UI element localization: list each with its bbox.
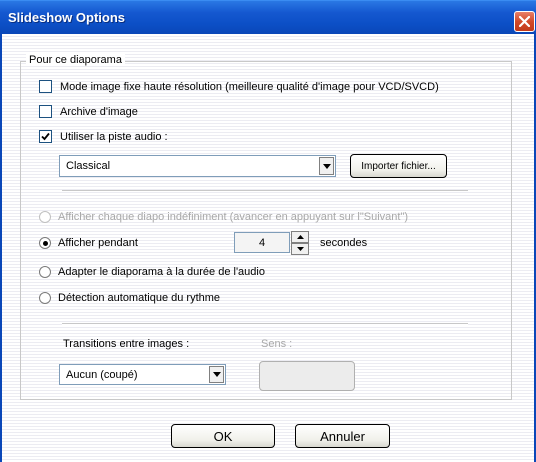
direction-button — [259, 361, 355, 391]
chevron-down-icon[interactable] — [319, 157, 334, 175]
duration-label: Afficher pendant — [58, 237, 138, 249]
import-file-button[interactable]: Importer fichier... — [350, 154, 447, 178]
close-icon — [519, 16, 530, 27]
cancel-button[interactable]: Annuler — [295, 424, 390, 448]
archive-checkbox[interactable] — [39, 105, 52, 118]
direction-label: Sens : — [261, 338, 293, 350]
duration-spinner[interactable] — [291, 231, 309, 255]
archive-option[interactable]: Archive d'image — [39, 105, 138, 118]
archive-label: Archive d'image — [60, 105, 138, 118]
hires-checkbox[interactable] — [39, 80, 52, 93]
close-button[interactable] — [514, 11, 535, 32]
dialog-window: Slideshow Options Pour ce diaporama Mode… — [0, 0, 536, 462]
transitions-value: Aucun (coupé) — [66, 368, 138, 381]
beat-label: Détection automatique du rythme — [58, 292, 221, 304]
hires-label: Mode image fixe haute résolution (meille… — [60, 80, 439, 93]
audio-label: Utiliser la piste audio : — [60, 130, 168, 143]
groupbox-label: Pour ce diaporama — [26, 54, 125, 66]
window-title: Slideshow Options — [8, 10, 126, 25]
duration-value: 4 — [258, 236, 266, 249]
separator — [62, 190, 468, 192]
audio-track-value: Classical — [66, 160, 111, 172]
audio-checkbox[interactable] — [39, 130, 52, 143]
cancel-label: Annuler — [320, 428, 365, 444]
transitions-select[interactable]: Aucun (coupé) — [59, 364, 226, 385]
import-file-label: Importer fichier... — [361, 160, 436, 172]
ok-label: OK — [213, 428, 233, 444]
fit-audio-label: Adapter le diaporama à la durée de l'aud… — [58, 266, 265, 278]
fit-audio-option[interactable]: Adapter le diaporama à la durée de l'aud… — [39, 266, 265, 278]
title-bar[interactable]: Slideshow Options — [0, 0, 536, 34]
hires-option[interactable]: Mode image fixe haute résolution (meille… — [39, 80, 439, 93]
ok-button[interactable]: OK — [171, 424, 275, 448]
spin-down-icon[interactable] — [291, 243, 309, 255]
audio-option[interactable]: Utiliser la piste audio : — [39, 130, 168, 143]
separator — [62, 323, 468, 325]
transitions-label: Transitions entre images : — [63, 338, 190, 350]
checkmark-icon — [41, 132, 50, 141]
indefinite-label: Afficher chaque diapo indéfiniment (avan… — [58, 211, 409, 223]
duration-option[interactable]: Afficher pendant — [39, 237, 138, 249]
beat-option[interactable]: Détection automatique du rythme — [39, 292, 220, 304]
duration-input[interactable]: 4 — [234, 232, 290, 253]
audio-track-select[interactable]: Classical — [59, 155, 336, 177]
indefinite-radio — [39, 211, 51, 223]
beat-radio[interactable] — [39, 292, 51, 304]
fit-audio-radio[interactable] — [39, 266, 51, 278]
chevron-down-icon[interactable] — [209, 366, 224, 383]
indefinite-option: Afficher chaque diapo indéfiniment (avan… — [39, 211, 408, 223]
spin-up-icon[interactable] — [291, 231, 309, 243]
duration-unit: secondes — [320, 237, 368, 249]
duration-radio[interactable] — [39, 237, 51, 249]
